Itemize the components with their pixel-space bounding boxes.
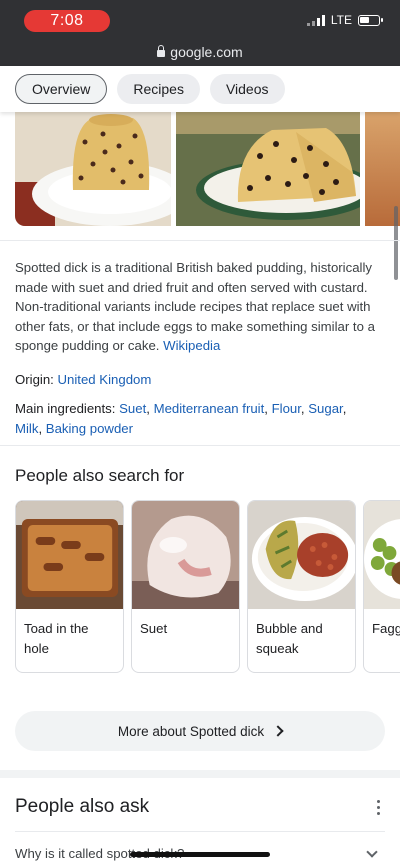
- signal-icon: [306, 14, 325, 26]
- more-about-label: More about Spotted dick: [117, 723, 265, 739]
- bubble-and-squeak-image: [248, 501, 355, 609]
- people-also-search-title: People also search for: [15, 466, 185, 485]
- status-icons: LTE: [306, 13, 383, 27]
- pudding-image-2[interactable]: [176, 112, 360, 226]
- search-card-label: Suet: [140, 621, 168, 636]
- fact-ingredients: Main ingredients: Suet, Mediterranean fr…: [15, 401, 347, 436]
- search-card-toad-in-the-hole[interactable]: Toad in the hole: [15, 500, 124, 673]
- ingredient-link[interactable]: Sugar: [308, 401, 342, 416]
- more-options-icon[interactable]: [377, 800, 380, 815]
- tab-videos[interactable]: Videos: [209, 74, 285, 104]
- status-time: 7:08: [24, 10, 110, 32]
- search-card-bubble-and-squeak[interactable]: Bubble and squeak: [247, 500, 356, 673]
- ingredient-link[interactable]: Flour: [272, 401, 301, 416]
- search-card-faggots[interactable]: Fagg: [363, 500, 400, 673]
- fact-origin: Origin: United Kingdom: [15, 370, 375, 390]
- toad-in-the-hole-image: [16, 501, 123, 609]
- pudding-image-1[interactable]: [15, 112, 171, 226]
- network-label: LTE: [330, 13, 352, 27]
- wikipedia-link[interactable]: Wikipedia: [163, 338, 220, 353]
- battery-icon: [358, 14, 383, 26]
- address-bar[interactable]: google.com: [0, 44, 400, 60]
- search-card-suet[interactable]: Suet: [131, 500, 240, 673]
- tab-overview[interactable]: Overview: [15, 74, 108, 104]
- suet-image: [132, 501, 239, 609]
- url-text: google.com: [170, 44, 243, 60]
- more-about-button[interactable]: More about Spotted dick: [15, 711, 385, 751]
- scroll-indicator[interactable]: [394, 206, 398, 280]
- divider: [0, 240, 400, 241]
- image-carousel: [0, 112, 400, 228]
- knowledge-tabs: Overview Recipes Videos: [0, 66, 400, 112]
- section-separator: [0, 770, 400, 778]
- search-card-label: Fagg: [372, 621, 400, 636]
- browser-top-bar: 7:08 LTE google.com: [0, 0, 400, 66]
- ingredient-link[interactable]: Milk: [15, 421, 38, 436]
- divider: [0, 445, 400, 446]
- ingredient-link[interactable]: Suet: [119, 401, 146, 416]
- search-card-label: Toad in the hole: [24, 621, 89, 656]
- origin-label: Origin:: [15, 372, 54, 387]
- divider: [15, 831, 385, 832]
- ingredients-label: Main ingredients:: [15, 401, 116, 416]
- chevron-right-icon: [272, 725, 284, 737]
- ingredient-link[interactable]: Mediterranean fruit: [154, 401, 265, 416]
- description: Spotted dick is a traditional British ba…: [15, 258, 375, 356]
- search-card-label: Bubble and squeak: [256, 621, 323, 656]
- people-also-search-carousel: Toad in the hole Suet Bubble and squeak: [15, 500, 400, 675]
- faggots-image: [364, 501, 400, 609]
- chevron-down-icon[interactable]: [366, 846, 378, 858]
- origin-link[interactable]: United Kingdom: [58, 372, 152, 387]
- tab-recipes[interactable]: Recipes: [117, 74, 200, 104]
- people-also-ask-title: People also ask: [15, 796, 150, 817]
- home-indicator[interactable]: [130, 852, 270, 857]
- ingredient-link[interactable]: Baking powder: [46, 421, 133, 436]
- lock-icon: [157, 45, 166, 57]
